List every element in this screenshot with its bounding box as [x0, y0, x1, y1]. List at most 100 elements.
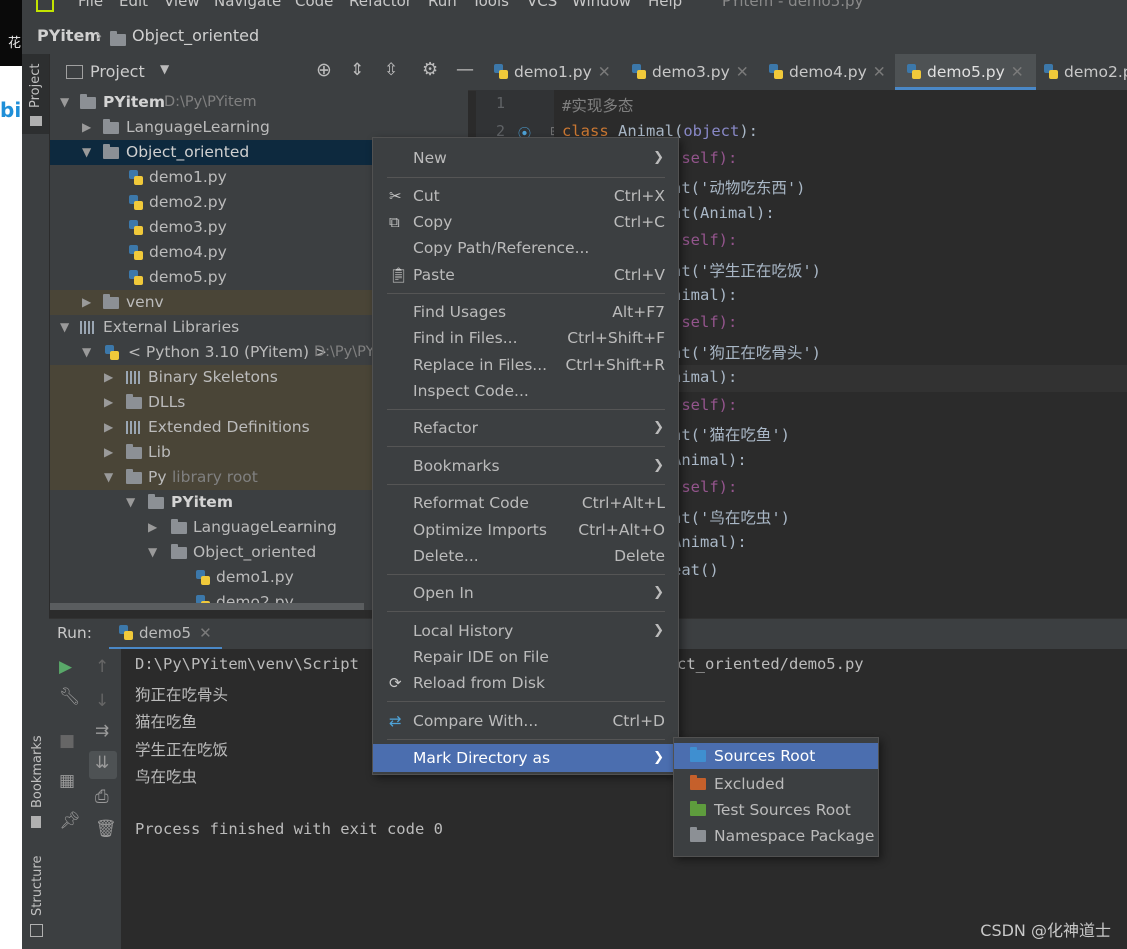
chevron-down-icon[interactable]: ▼	[82, 340, 91, 365]
tree-label: PYitem	[103, 93, 165, 111]
menu-navigate[interactable]: Navigate	[214, 0, 281, 10]
up-arrow-icon[interactable]: ↑	[95, 657, 109, 677]
folder-icon	[80, 94, 96, 109]
locate-icon[interactable]: ⊕	[316, 59, 332, 81]
menu-run[interactable]: Run	[428, 0, 457, 10]
submenu-item-sources-root[interactable]: Sources Root	[674, 743, 878, 769]
submenu-item-test-sources-root[interactable]: Test Sources Root	[674, 797, 878, 823]
menu-item-delete[interactable]: Delete... Delete	[373, 543, 678, 569]
tab-demo3[interactable]: demo3.py ✕	[632, 54, 749, 90]
tree-label: DLLs	[148, 393, 186, 411]
structure-tool-tab[interactable]: Structure	[22, 854, 49, 944]
chevron-right-icon[interactable]: ▶	[82, 115, 91, 140]
collapse-all-icon[interactable]: ⇳	[384, 60, 398, 80]
hide-panel-icon[interactable]: —	[456, 59, 474, 80]
tree-label: demo5.py	[149, 268, 227, 286]
stop-icon[interactable]: ■	[59, 731, 75, 751]
chevron-down-icon[interactable]: ▼	[148, 540, 157, 565]
bookmarks-tool-tab[interactable]: Bookmarks	[22, 734, 49, 834]
menu-item-refactor[interactable]: Refactor ❯	[373, 415, 678, 441]
menu-tools[interactable]: Tools	[472, 0, 509, 10]
soft-wrap-icon[interactable]: ⇉	[95, 721, 109, 741]
tab-demo1[interactable]: demo1.py ✕	[494, 54, 611, 90]
chevron-down-icon[interactable]: ▼	[60, 90, 69, 115]
print-icon[interactable]: ⎙	[95, 787, 109, 807]
menu-window[interactable]: Window	[572, 0, 631, 10]
menu-view[interactable]: View	[164, 0, 200, 10]
close-icon[interactable]: ✕	[199, 624, 212, 642]
menu-help[interactable]: Help	[648, 0, 682, 10]
breadcrumb-folder[interactable]: Object_oriented	[132, 26, 259, 45]
pin-icon[interactable]: 📌︎	[59, 811, 81, 831]
menu-item-reload-from-disk[interactable]: ⟳ Reload from Disk	[373, 670, 678, 696]
menu-item-replace-in-files[interactable]: Replace in Files... Ctrl+Shift+R	[373, 352, 678, 378]
menu-item-repair-ide[interactable]: Repair IDE on File	[373, 644, 678, 670]
trash-icon[interactable]: 🗑︎	[95, 819, 117, 839]
chevron-right-icon[interactable]: ▶	[104, 440, 113, 465]
menu-item-optimize-imports[interactable]: Optimize Imports Ctrl+Alt+O	[373, 517, 678, 543]
menu-item-mark-directory-as[interactable]: Mark Directory as ❯	[373, 744, 678, 772]
chevron-down-icon[interactable]: ▼	[60, 315, 69, 340]
project-view-title[interactable]: Project	[90, 62, 145, 81]
chevron-down-icon[interactable]: ▼	[160, 62, 169, 76]
tree-label: PYitem	[171, 493, 233, 511]
tab-demo5[interactable]: demo5.py ✕	[895, 54, 1036, 90]
menu-label: New	[413, 149, 447, 167]
menu-shortcut: Ctrl+Alt+O	[578, 521, 665, 539]
menu-item-inspect-code[interactable]: Inspect Code...	[373, 378, 678, 404]
rerun-icon[interactable]: ▶	[59, 657, 72, 677]
menu-item-compare-with[interactable]: ⇄ Compare With... Ctrl+D	[373, 708, 678, 734]
menu-item-bookmarks[interactable]: Bookmarks ❯	[373, 453, 678, 479]
tab-demo2[interactable]: demo2.py	[1044, 54, 1127, 90]
scroll-to-end-button[interactable]: ⇊	[89, 751, 117, 779]
menu-item-find-usages[interactable]: Find Usages Alt+F7	[373, 299, 678, 325]
close-icon[interactable]: ✕	[736, 63, 749, 81]
expand-all-icon[interactable]: ⇕	[350, 60, 364, 80]
project-panel-header: Project ▼ ⊕ ⇕ ⇳ ⚙ —	[50, 54, 476, 91]
chevron-right-icon[interactable]: ▶	[104, 365, 113, 390]
line-number: 1	[496, 94, 506, 112]
chevron-down-icon[interactable]: ▼	[126, 490, 135, 515]
menu-item-new[interactable]: New ❯	[373, 145, 678, 171]
chevron-right-icon[interactable]: ▶	[148, 515, 157, 540]
menu-item-local-history[interactable]: Local History ❯	[373, 618, 678, 644]
menu-item-copy-path[interactable]: Copy Path/Reference...	[373, 235, 678, 261]
chevron-right-icon[interactable]: ▶	[82, 290, 91, 315]
close-icon[interactable]: ✕	[873, 63, 886, 81]
gear-icon[interactable]: ⚙	[422, 59, 438, 80]
breadcrumb-root[interactable]: PYitem	[37, 26, 101, 45]
menu-item-reformat-code[interactable]: Reformat Code Ctrl+Alt+L	[373, 490, 678, 516]
tree-path: D:\Py\PY	[314, 344, 375, 360]
tab-demo4[interactable]: demo4.py ✕	[769, 54, 886, 90]
close-icon[interactable]: ✕	[598, 63, 611, 81]
horizontal-scrollbar[interactable]	[50, 603, 364, 610]
folder-icon	[126, 444, 142, 459]
run-tab-demo5[interactable]: demo5 ✕	[109, 619, 222, 650]
project-view-icon	[66, 65, 83, 79]
menu-shortcut: Delete	[614, 547, 665, 565]
submenu-item-excluded[interactable]: Excluded	[674, 771, 878, 797]
menu-file[interactable]: File	[78, 0, 103, 10]
tree-item-pyitem[interactable]: ▼ PYitem D:\Py\PYitem	[50, 90, 468, 115]
code-line: #实现多态	[562, 97, 634, 115]
close-icon[interactable]: ✕	[1011, 63, 1024, 81]
chevron-right-icon[interactable]: ▶	[104, 390, 113, 415]
menu-item-open-in[interactable]: Open In ❯	[373, 580, 678, 606]
code-line: nt(Animal):	[672, 204, 775, 222]
layout-icon[interactable]: ▦	[59, 771, 75, 791]
menu-refactor[interactable]: Refactor	[349, 0, 412, 10]
wrench-icon[interactable]: 🔧︎	[59, 687, 81, 707]
menu-vcs[interactable]: VCS	[527, 0, 557, 10]
submenu-item-namespace-package[interactable]: Namespace Package	[674, 823, 878, 849]
menu-item-cut[interactable]: ✂ Cut Ctrl+X	[373, 183, 678, 209]
menu-code[interactable]: Code	[295, 0, 333, 10]
menu-edit[interactable]: Edit	[119, 0, 148, 10]
menu-item-paste[interactable]: 📋︎ Paste Ctrl+V	[373, 262, 678, 288]
chevron-right-icon[interactable]: ▶	[104, 415, 113, 440]
chevron-down-icon[interactable]: ▼	[104, 465, 113, 490]
chevron-down-icon[interactable]: ▼	[82, 140, 91, 165]
menu-item-copy[interactable]: ⧉ Copy Ctrl+C	[373, 209, 678, 235]
menu-item-find-in-files[interactable]: Find in Files... Ctrl+Shift+F	[373, 325, 678, 351]
project-tool-tab[interactable]: Project	[22, 54, 49, 134]
down-arrow-icon[interactable]: ↓	[95, 691, 109, 711]
